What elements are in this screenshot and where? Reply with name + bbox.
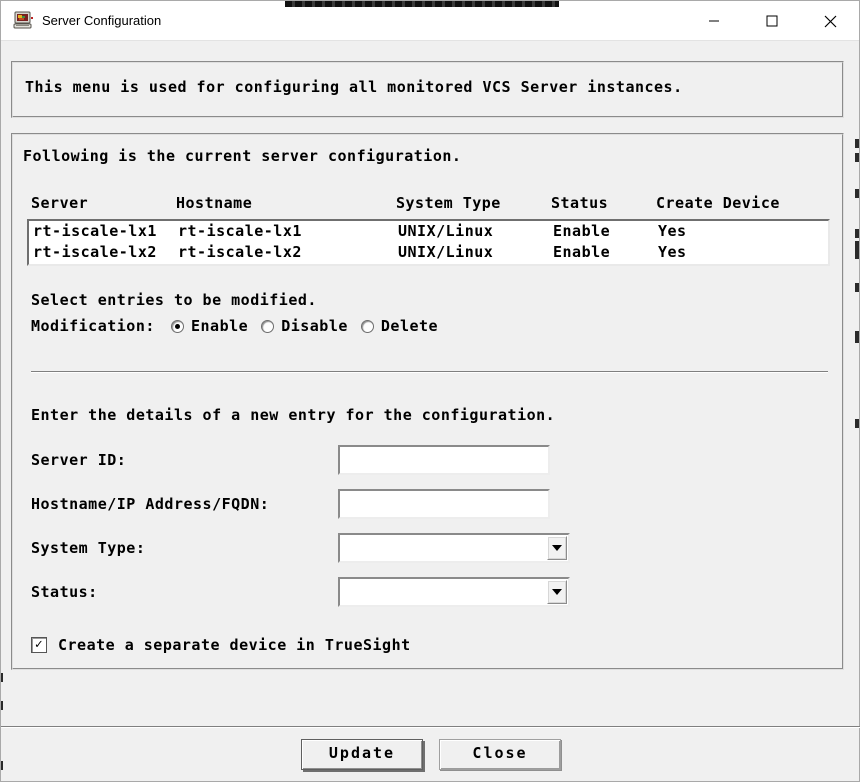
minimize-button[interactable] [685,1,743,41]
background-window-edge [1,761,3,770]
cell-status: Enable [553,242,658,263]
hostname-label: Hostname/IP Address/FQDN: [31,495,338,513]
new-entry-heading: Enter the details of a new entry for the… [23,406,834,424]
radio-label: Disable [281,317,348,335]
cell-system-type: UNIX/Linux [398,221,553,242]
table-row[interactable]: rt-iscale-lx1 rt-iscale-lx1 UNIX/Linux E… [29,221,828,242]
table-row[interactable]: rt-iscale-lx2 rt-iscale-lx2 UNIX/Linux E… [29,242,828,263]
radio-option-enable[interactable]: Enable [171,317,248,335]
section-separator [31,371,828,373]
config-heading: Following is the current server configur… [23,147,834,165]
chevron-down-icon [552,589,562,595]
window-title: Server Configuration [42,13,161,28]
field-row-hostname: Hostname/IP Address/FQDN: [23,489,834,519]
server-listbox[interactable]: rt-iscale-lx1 rt-iscale-lx1 UNIX/Linux E… [27,219,830,266]
titlebar: Server Configuration [1,1,859,41]
background-window-edge [1,673,3,682]
background-window-edge [855,283,859,292]
radio-option-disable[interactable]: Disable [261,317,348,335]
config-panel: Following is the current server configur… [11,133,844,670]
server-id-input[interactable] [338,445,550,475]
status-label: Status: [31,583,338,601]
modification-label: Modification: [31,317,171,335]
field-row-system-type: System Type: [23,533,834,563]
background-window-edge [855,229,859,238]
column-header-status: Status [551,194,656,212]
cell-server: rt-iscale-lx2 [33,242,178,263]
radio-option-delete[interactable]: Delete [361,317,438,335]
field-row-server-id: Server ID: [23,445,834,475]
chevron-down-icon [552,545,562,551]
background-window-edge [855,331,859,343]
radio-button-icon[interactable] [261,320,274,333]
footer-separator [1,726,860,728]
maximize-button[interactable] [743,1,801,41]
radio-label: Enable [191,317,248,335]
dropdown-arrow-button[interactable] [547,580,567,604]
create-device-label: Create a separate device in TrueSight [58,636,411,654]
status-dropdown[interactable] [338,577,570,607]
radio-button-icon[interactable] [361,320,374,333]
app-icon [13,11,33,31]
hostname-input[interactable] [338,489,550,519]
table-header: Server Hostname System Type Status Creat… [23,194,834,212]
intro-panel: This menu is used for configuring all mo… [11,61,844,118]
cell-create-device: Yes [658,221,828,242]
create-device-checkbox[interactable]: ✓ [31,637,47,653]
column-header-create-device: Create Device [656,194,834,212]
radio-button-icon[interactable] [171,320,184,333]
cell-hostname: rt-iscale-lx1 [178,221,398,242]
background-window-edge [855,241,859,259]
cell-system-type: UNIX/Linux [398,242,553,263]
server-configuration-dialog: { "window": { "title": "Server Configura… [0,0,860,782]
dropdown-arrow-button[interactable] [547,536,567,560]
close-dialog-button[interactable]: Close [439,739,561,770]
system-type-label: System Type: [31,539,338,557]
background-window-edge [855,139,859,148]
cell-status: Enable [553,221,658,242]
background-window-edge [855,419,859,428]
background-window-edge [1,701,3,710]
update-button[interactable]: Update [301,739,423,770]
close-button[interactable] [801,1,859,41]
maximize-icon [766,15,778,27]
intro-text: This menu is used for configuring all mo… [25,78,830,96]
column-header-server: Server [31,194,176,212]
minimize-icon [708,15,720,27]
cell-hostname: rt-iscale-lx2 [178,242,398,263]
window-controls [685,1,859,41]
field-row-status: Status: [23,577,834,607]
column-header-system-type: System Type [396,194,551,212]
background-window-edge [285,1,559,7]
background-window-edge [855,153,859,162]
create-device-row: ✓ Create a separate device in TrueSight [23,636,834,654]
close-icon [824,15,837,28]
cell-server: rt-iscale-lx1 [33,221,178,242]
modification-row: Modification: Enable Disable Delete [23,317,834,335]
server-id-label: Server ID: [31,451,338,469]
radio-label: Delete [381,317,438,335]
cell-create-device: Yes [658,242,828,263]
background-window-edge [855,189,859,198]
system-type-dropdown[interactable] [338,533,570,563]
select-entries-text: Select entries to be modified. [23,291,834,309]
column-header-hostname: Hostname [176,194,396,212]
